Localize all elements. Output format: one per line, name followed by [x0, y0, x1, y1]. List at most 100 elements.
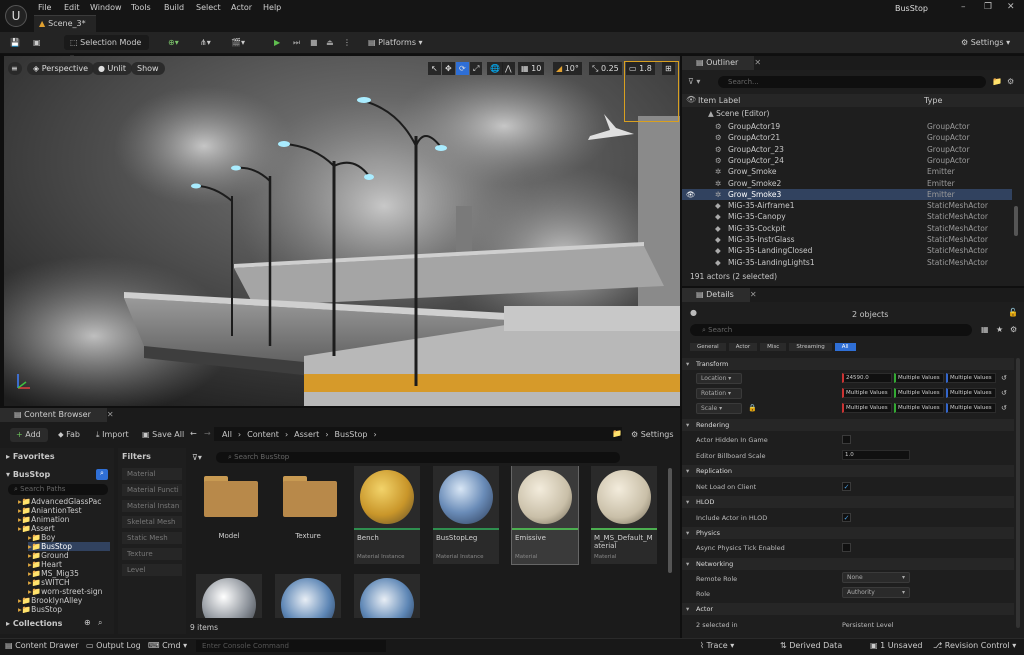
tree-folder[interactable]: ▸📁sWITCH [28, 578, 110, 587]
scale-lock-icon[interactable]: 🔒 [748, 404, 757, 412]
fab-button[interactable]: ⬥ Fab [58, 430, 80, 440]
rotation-snap-toggle[interactable]: ◢ 10° [553, 62, 582, 75]
tree-folder[interactable]: ▸📁Heart [28, 560, 110, 569]
scale-y[interactable]: Multiple Values [894, 403, 944, 413]
reset-scale-icon[interactable]: ↺ [1001, 404, 1007, 412]
outliner-row[interactable]: ⚙ GroupActor_23 GroupActor [682, 144, 1012, 155]
outliner-row[interactable]: ◆ MiG-35-Airframe1 StaticMeshActor [682, 200, 1012, 211]
outliner-row[interactable]: ⚙ GroupActor_24 GroupActor [682, 155, 1012, 166]
menu-tools[interactable]: Tools [131, 3, 151, 12]
location-x[interactable]: 24590.0 [842, 373, 892, 383]
restore-icon[interactable]: ❐ [984, 2, 992, 12]
async-physics-checkbox[interactable] [842, 543, 851, 552]
search-paths-input[interactable]: ⌕ Search Paths [8, 484, 108, 495]
tab-content-browser[interactable]: ▤ Content Browser [0, 408, 107, 422]
tab-outliner[interactable]: ▤ Outliner [682, 56, 755, 70]
show-button[interactable]: Show [131, 62, 165, 75]
asset-tile[interactable]: BusStopLeg Material Instance [433, 466, 499, 564]
grid-snap-toggle[interactable]: ▦ 10 [518, 62, 545, 75]
outliner-row[interactable]: 👁 ✲ Grow_Smoke3 Emitter [682, 188, 1012, 200]
section-hlod[interactable]: HLOD [682, 496, 1014, 508]
outliner-row[interactable]: ◆ MiG-35-InstrGlass StaticMeshActor [682, 234, 1012, 245]
favorites-star-icon[interactable]: ★ [996, 325, 1003, 334]
reset-rotation-icon[interactable]: ↺ [1001, 389, 1007, 397]
stop-icon[interactable]: ■ [310, 35, 318, 50]
output-log-button[interactable]: ▭ Output Log [86, 641, 141, 650]
role-dropdown[interactable]: Authority ▾ [842, 587, 910, 598]
details-scrollbar[interactable] [1016, 358, 1020, 628]
add-folder-icon[interactable]: 📁 [992, 77, 1002, 86]
section-physics[interactable]: Physics [682, 527, 1014, 539]
content-drawer-button[interactable]: ▤ Content Drawer [5, 641, 79, 650]
save-icon[interactable]: 💾 [10, 35, 20, 50]
tree-folder[interactable]: ▸📁BusStop [28, 542, 110, 551]
tab-scene[interactable]: ▲ Scene_3* [34, 15, 96, 32]
tree-folder[interactable]: ▸📁Assert [18, 524, 110, 533]
minimize-icon[interactable]: – [961, 2, 966, 12]
outliner-row[interactable]: ◆ MiG-35-LandingClosed StaticMeshActor [682, 245, 1012, 256]
folder-lock-icon[interactable]: 📁 [612, 429, 622, 438]
section-networking[interactable]: Networking [682, 558, 1014, 570]
section-actor[interactable]: Actor [682, 603, 1014, 615]
menu-actor[interactable]: Actor [231, 3, 252, 12]
rotation-y[interactable]: Multiple Values [894, 388, 944, 398]
asset-tile[interactable] [196, 574, 262, 618]
close-cb-icon[interactable]: ✕ [107, 408, 114, 422]
step-icon[interactable]: ⏭ [293, 35, 300, 50]
translate-tool-icon[interactable]: ✥ [442, 62, 455, 75]
tree-folder[interactable]: ▸📁Ground [28, 551, 110, 560]
outliner-row[interactable]: ✲ Grow_Smoke Emitter [682, 166, 1012, 177]
rotation-z[interactable]: Multiple Values [946, 388, 996, 398]
tab-details[interactable]: ▤ Details [682, 288, 750, 302]
crumb-busstop[interactable]: BusStop [335, 430, 368, 439]
outliner-row[interactable]: ✲ Grow_Smoke2 Emitter [682, 178, 1012, 189]
viewport-menu-button[interactable]: ≡ [8, 62, 22, 75]
include-hlod-checkbox[interactable]: ✓ [842, 513, 851, 522]
revision-control-button[interactable]: ⎇ Revision Control ▾ [933, 641, 1016, 650]
world-space-icon[interactable]: 🌐 [487, 62, 503, 75]
unreal-logo-icon[interactable]: U [5, 5, 27, 27]
filter-chip[interactable]: Material [122, 468, 182, 480]
outliner-search-input[interactable]: Search... [718, 76, 986, 88]
location-dropdown[interactable]: Location ▾ [696, 373, 742, 384]
outliner-settings-icon[interactable]: ⚙ [1007, 77, 1014, 86]
filter-actor[interactable]: Actor [728, 343, 758, 351]
net-load-checkbox[interactable]: ✓ [842, 482, 851, 491]
asset-search-input[interactable]: ⌕ Search BusStop [216, 452, 620, 463]
filter-chip[interactable]: Material Instan [122, 500, 182, 512]
crumb-assert[interactable]: Assert [294, 430, 319, 439]
filter-chip[interactable]: Texture [122, 548, 182, 560]
asset-tile[interactable]: M_MS_Default_Material Material [591, 466, 657, 564]
save-all-button[interactable]: ▣ Save All [142, 430, 184, 439]
menu-window[interactable]: Window [90, 3, 122, 12]
col-type[interactable]: Type [924, 96, 942, 105]
settings-dropdown[interactable]: ⚙ Settings ▾ [961, 35, 1010, 50]
import-button[interactable]: ⤓ Import [96, 430, 129, 440]
collections-header[interactable]: ▸ Collections [6, 619, 62, 628]
filter-all[interactable]: All [834, 343, 856, 351]
more-options-icon[interactable]: ⋮ [343, 35, 351, 50]
filter-streaming[interactable]: Streaming [789, 343, 832, 351]
outliner-row[interactable]: ⚙ GroupActor21 GroupActor [682, 132, 1012, 143]
filter-misc[interactable]: Misc [760, 343, 787, 351]
crumb-content[interactable]: Content [247, 430, 279, 439]
rotate-tool-icon[interactable]: ⟳ [456, 62, 469, 75]
rotation-x[interactable]: Multiple Values [842, 388, 892, 398]
tree-folder[interactable]: ▸📁Animation [18, 515, 110, 524]
crumb-all[interactable]: All [222, 430, 232, 439]
filter-icon[interactable]: ⊽ ▾ [688, 77, 700, 86]
add-actor-icon[interactable]: ⊕▾ [168, 35, 179, 50]
tree-folder[interactable]: ▸📁AdvancedGlassPac [18, 497, 110, 506]
surface-snap-icon[interactable]: ⋀ [502, 62, 515, 75]
asset-tile[interactable]: Emissive Material [511, 466, 579, 565]
tree-folder[interactable]: ▸📁AniantionTest [18, 506, 110, 515]
menu-help[interactable]: Help [263, 3, 281, 12]
menu-build[interactable]: Build [164, 3, 184, 12]
favorites-header[interactable]: ▸ Favorites [6, 452, 55, 461]
add-button[interactable]: + Add [10, 428, 48, 442]
filter-chip[interactable]: Material Functi [122, 484, 182, 496]
asset-tile[interactable]: Bench Material Instance [354, 466, 420, 564]
location-y[interactable]: Multiple Values [894, 373, 944, 383]
filter-general[interactable]: General [690, 343, 726, 351]
outliner-row[interactable]: ◆ MiG-35-LandingLights1 StaticMeshActor [682, 257, 1012, 267]
